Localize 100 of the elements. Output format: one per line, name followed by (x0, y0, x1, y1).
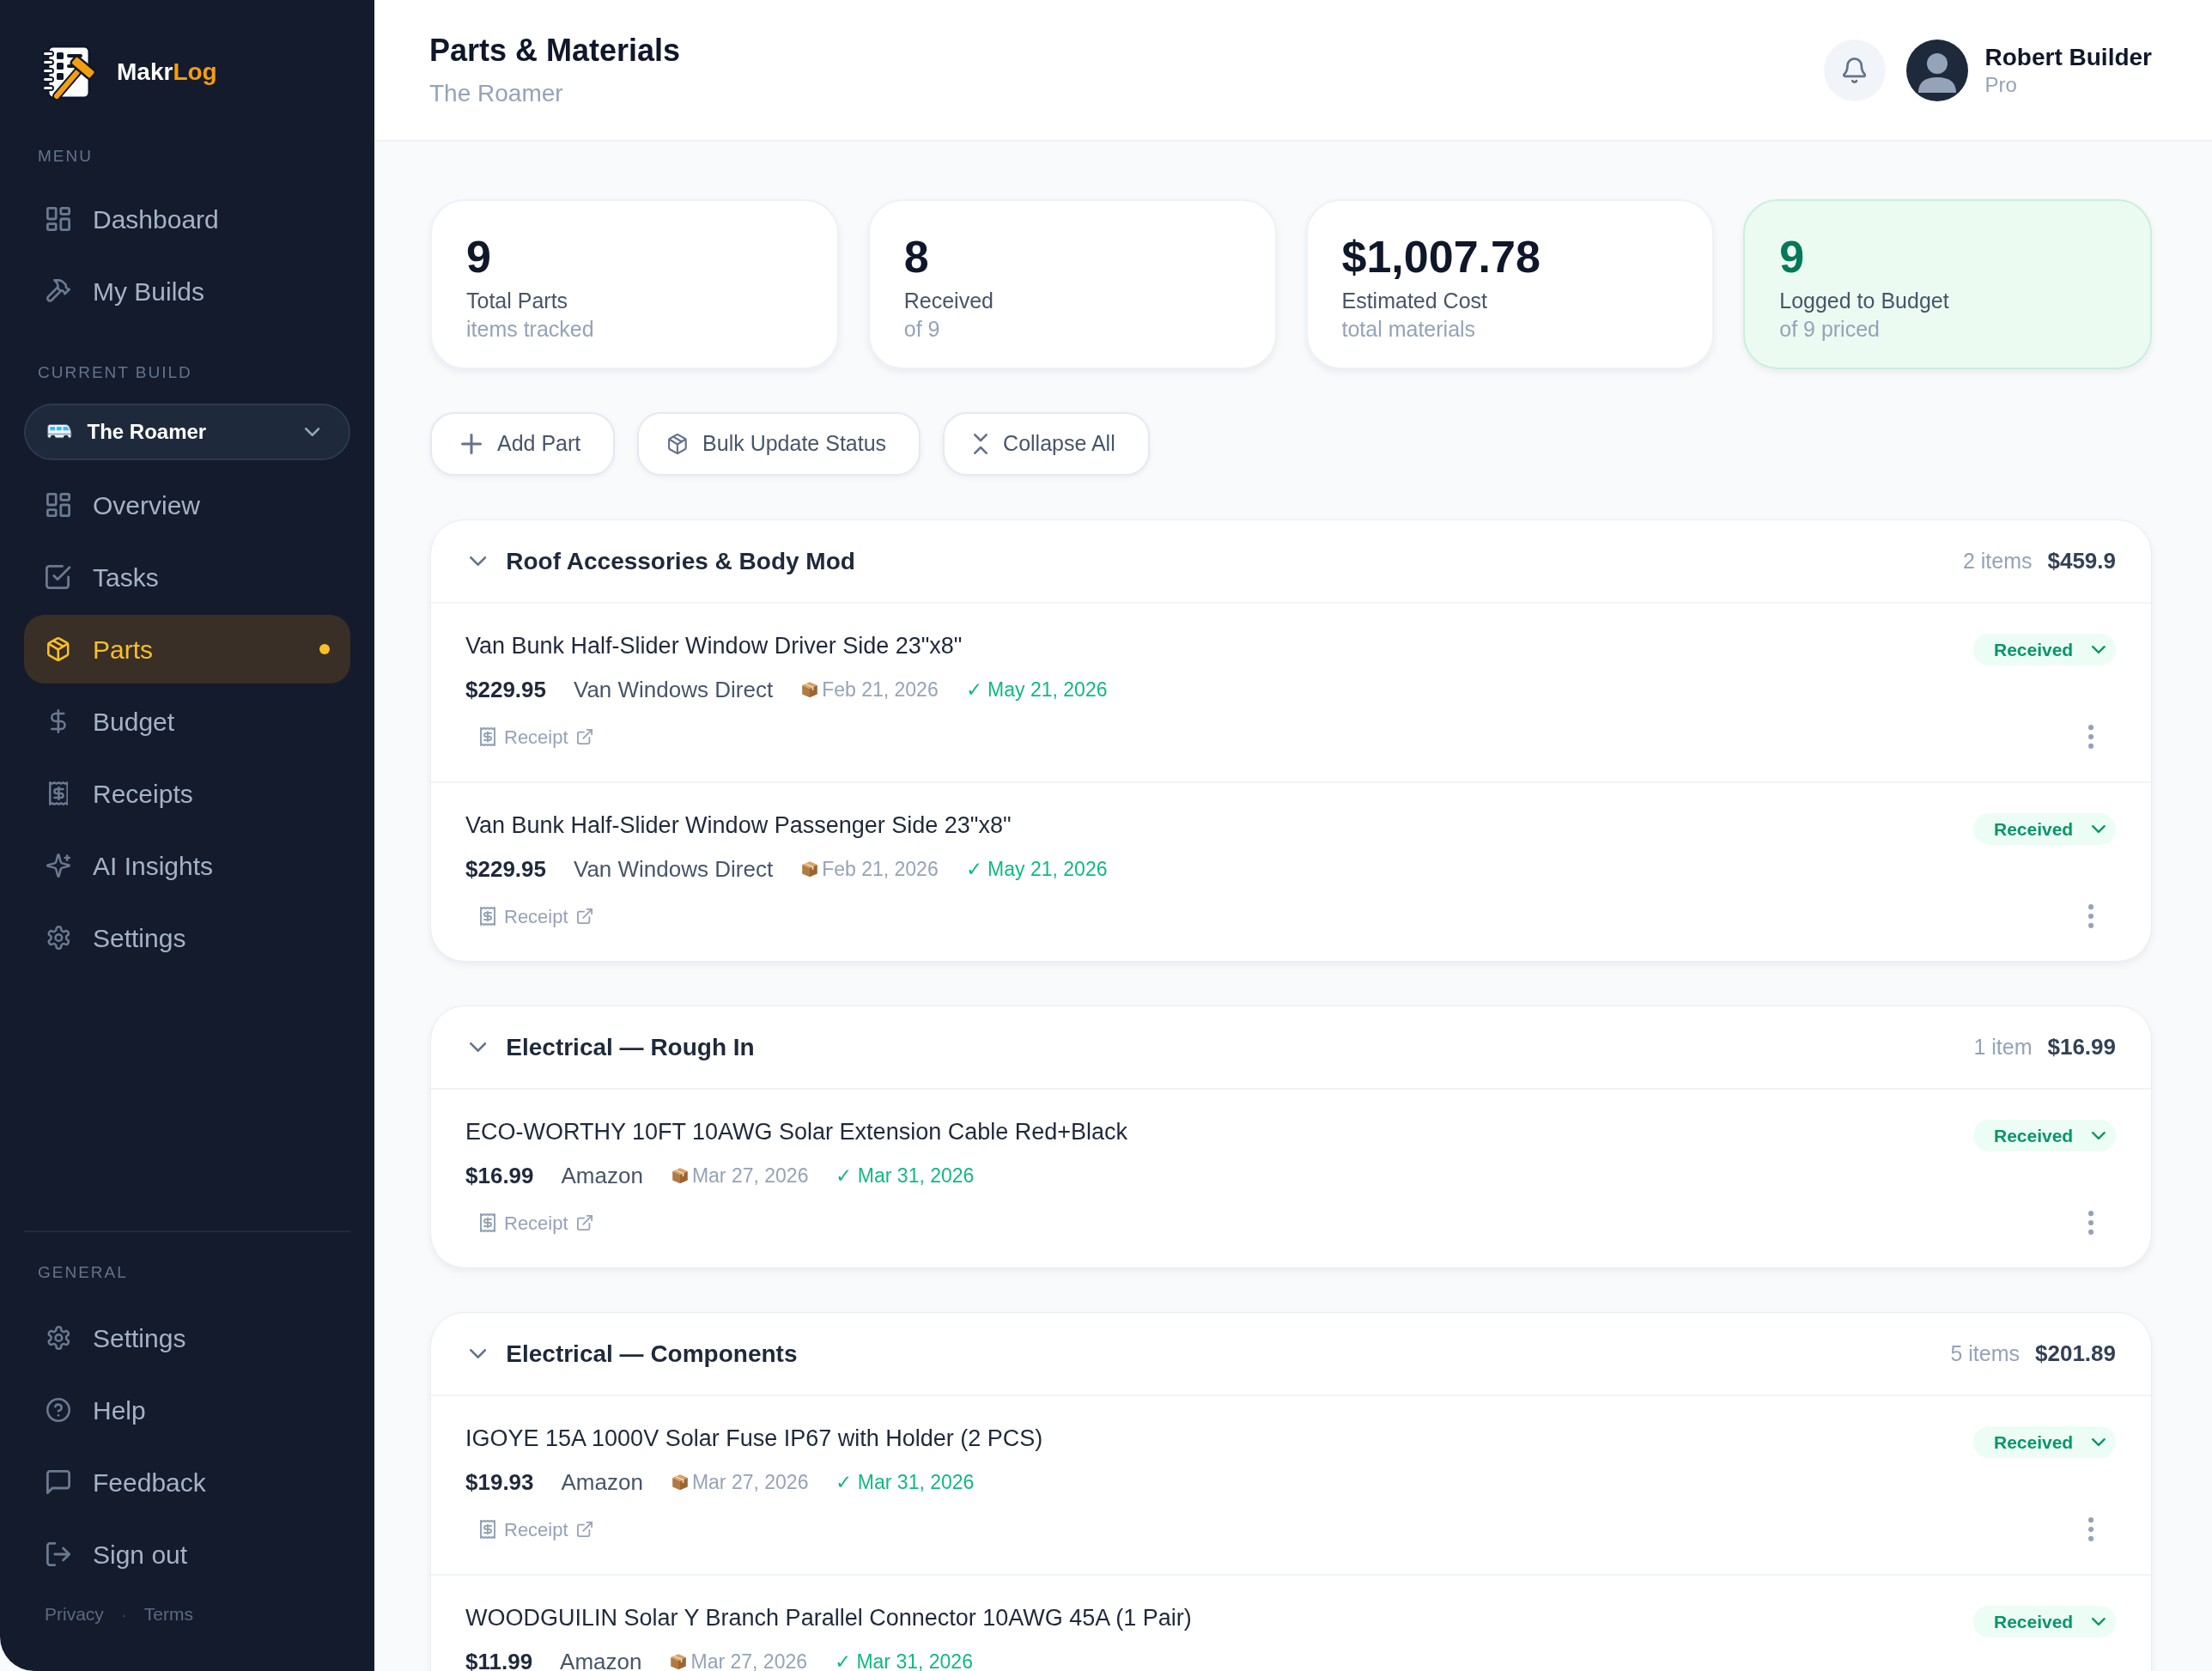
nav-item[interactable]: AI Insights (24, 831, 350, 900)
order-date: Mar 27, 2026 (691, 1163, 809, 1188)
nav-item[interactable]: Settings (24, 1303, 350, 1372)
chevron-down-icon[interactable] (470, 1349, 487, 1358)
settings-icon (46, 926, 70, 950)
grid-icon (46, 493, 70, 517)
cardboard-box-icon (800, 860, 820, 878)
category-title: Electrical — Rough In (506, 1032, 755, 1062)
nav-item[interactable]: Tasks (24, 543, 350, 611)
chevron-down-icon[interactable] (470, 1042, 487, 1052)
part-price: $16.99 (465, 1161, 534, 1190)
status-dropdown[interactable]: Received (1972, 813, 2116, 845)
part-name: IGOYE 15A 1000V Solar Fuse IP67 with Holder (2 PCS) (465, 1425, 1043, 1453)
order-date: Feb 21, 2026 (822, 677, 939, 702)
brand-name: MakrLog (117, 58, 217, 87)
item-count: 1 item (1973, 1033, 2033, 1060)
vendor-name: Van Windows Direct (574, 854, 774, 884)
order-date: Mar 27, 2026 (691, 1469, 809, 1495)
plus-icon (461, 434, 482, 454)
stat-caption: items tracked (466, 316, 595, 343)
section-label: MENU (37, 146, 94, 167)
status-dropdown[interactable]: Received (1972, 1426, 2116, 1458)
cardboard-box-icon (669, 1652, 689, 1671)
stat-value: 8 (903, 231, 930, 283)
order-date: Mar 27, 2026 (690, 1649, 807, 1671)
chevron-down-icon (304, 428, 319, 436)
stat-caption: total materials (1341, 316, 1477, 343)
category-title: Roof Accessories & Body Mod (506, 546, 855, 576)
settings-icon (46, 1326, 70, 1350)
receipt-icon (48, 781, 69, 805)
add-button[interactable]: Add Part (430, 412, 616, 476)
vendor-name: Van Windows Direct (574, 675, 774, 704)
part-name: WOODGUILIN Solar Y Branch Parallel Connector 10AWG 45A (1 Pair) (465, 1604, 1192, 1632)
receipt-icon (480, 1213, 495, 1232)
more-icon[interactable] (2087, 904, 2094, 928)
nav-item[interactable]: Receipts (24, 759, 350, 828)
grid-icon (46, 207, 70, 231)
received-date: ✓ Mar 31, 2026 (836, 1469, 975, 1495)
part-name: Van Bunk Half-Slider Window Driver Side 23"x8" (465, 632, 963, 660)
nav-item[interactable]: My Builds (24, 257, 350, 325)
received-date: ✓ May 21, 2026 (965, 856, 1108, 882)
nav-item[interactable]: Feedback (24, 1448, 350, 1516)
separator-dot: · (120, 1603, 127, 1625)
chevron-down-icon (2092, 825, 2106, 833)
nav-item[interactable]: Budget (24, 687, 350, 756)
user-name: Robert Builder (1984, 42, 2152, 72)
category-total: $201.89 (2035, 1340, 2116, 1368)
vendor-name: Amazon (561, 1467, 643, 1497)
nav-item[interactable]: Dashboard (24, 185, 350, 253)
part-price: $11.99 (465, 1647, 533, 1671)
status-dropdown[interactable]: Received (1972, 1120, 2116, 1151)
received-date: ✓ Mar 31, 2026 (836, 1163, 975, 1188)
part-name: Van Bunk Half-Slider Window Passenger Side 23"x8" (465, 811, 1012, 840)
package-icon (668, 434, 688, 454)
stat-value: $1,007.78 (1341, 231, 1541, 283)
stat-label: Total Parts (466, 288, 569, 314)
chevron-down-icon (2092, 1132, 2106, 1139)
bell-icon (1842, 57, 1867, 83)
cardboard-box-icon (670, 1166, 690, 1185)
nav-item[interactable]: Help (24, 1376, 350, 1444)
nav-item[interactable]: Overview (24, 471, 350, 539)
nav-item[interactable]: Parts (24, 615, 350, 684)
category-title: Electrical — Components (506, 1339, 798, 1369)
sign-out-icon (46, 1542, 70, 1566)
cardboard-box-icon (670, 1473, 690, 1492)
part-name: ECO-WORTHY 10FT 10AWG Solar Extension Cable Red+Black (465, 1118, 1128, 1146)
more-icon[interactable] (2087, 1517, 2094, 1541)
more-icon[interactable] (2087, 725, 2094, 749)
item-count: 5 items (1950, 1340, 2020, 1367)
chevron-down-icon (2092, 1438, 2106, 1446)
bulk-update-button[interactable]: Bulk Update Status (637, 412, 921, 476)
van-icon (46, 422, 73, 441)
nav-item[interactable]: Sign out (24, 1520, 350, 1589)
nav-item[interactable]: Settings (24, 903, 350, 972)
stat-label: Logged to Budget (1779, 288, 1950, 314)
more-icon[interactable] (2087, 1211, 2094, 1235)
part-price: $229.95 (465, 675, 546, 704)
chevron-down-icon[interactable] (470, 556, 487, 566)
help-icon (46, 1398, 70, 1422)
checkbox-icon (46, 565, 71, 589)
received-date: ✓ May 21, 2026 (965, 677, 1108, 702)
receipt-icon (480, 907, 495, 926)
stat-label: Received (903, 288, 994, 314)
receipt-icon (480, 727, 495, 746)
collapse-button[interactable]: Collapse All (943, 412, 1150, 476)
stat-caption: of 9 (903, 316, 941, 343)
order-date: Feb 21, 2026 (822, 856, 939, 882)
status-dropdown[interactable]: Received (1972, 634, 2116, 665)
external-link-icon (576, 1522, 592, 1537)
chevron-down-icon (2092, 1618, 2106, 1625)
build-selector[interactable]: The Roamer (24, 404, 350, 460)
dollar-icon (51, 709, 66, 733)
stat-label: Estimated Cost (1341, 288, 1488, 314)
avatar-icon (1905, 39, 1968, 101)
status-dropdown[interactable]: Received (1972, 1606, 2116, 1638)
vendor-name: Amazon (560, 1647, 642, 1671)
cardboard-box-icon (800, 680, 820, 699)
external-link-icon (576, 1215, 592, 1230)
external-link-icon (576, 729, 592, 744)
chat-bubble-icon (46, 1470, 70, 1494)
